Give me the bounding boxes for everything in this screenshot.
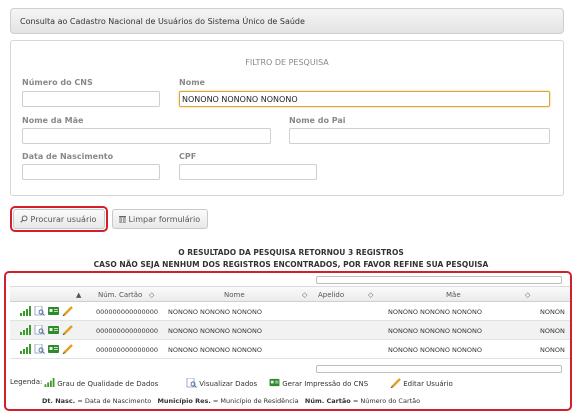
cell-extra: NONON (540, 327, 565, 335)
legend-cartao-key: Núm. Cartão (304, 397, 351, 405)
cell-nome: NONONO NONONO NONONO (168, 308, 262, 316)
edit-pencil-icon (390, 378, 401, 389)
signal-quality-icon[interactable] (20, 344, 31, 354)
print-card-icon[interactable] (48, 344, 59, 354)
print-card-icon[interactable] (48, 306, 59, 316)
signal-quality-icon[interactable] (20, 306, 31, 316)
table-row[interactable]: 000000000000000 NONONO NONONO NONONO NON… (10, 302, 570, 321)
search-button-label: Procurar usuário (30, 215, 97, 224)
legend-mun-value: = Município de Residência (212, 397, 299, 405)
result-refine-message: CASO NÃO SEJA NENHUM DOS REGISTROS ENCON… (93, 260, 489, 269)
legend-grau: Grau de Qualidade de Dados (44, 378, 158, 388)
column-header-cartao[interactable]: Núm. Cartão (98, 291, 142, 299)
result-count-message: O RESULTADO DA PESQUISA RETORNOU 3 REGIS… (178, 248, 404, 257)
results-table: ▲ Núm. Cartão ◇ Nome ◇ Apelido ◇ Mãe ◇ 0… (10, 286, 570, 359)
top-horizontal-scrollbar[interactable] (316, 276, 562, 284)
sort-asc-icon[interactable]: ▲ (76, 291, 81, 299)
nome-field[interactable] (179, 91, 550, 107)
column-header-nome[interactable]: Nome (224, 291, 245, 299)
legend-nasc-value: = Data de Nascimento (77, 397, 152, 405)
mae-label: Nome da Mãe (22, 116, 84, 125)
table-row[interactable]: 000000000000000 NONONO NONONO NONONO NON… (10, 321, 570, 340)
cell-mae: NONONO NONONO NONONO (388, 308, 482, 316)
legend-visualizar-text: Visualizar Dados (199, 380, 258, 388)
legend-editar-text: Editar Usuário (403, 380, 453, 388)
legend-visualizar: Visualizar Dados (186, 377, 258, 388)
cpf-label: CPF (179, 152, 197, 161)
legend-nasc-key: Dt. Nasc. (42, 397, 76, 405)
sort-apelido-icon[interactable]: ◇ (368, 291, 373, 299)
pai-field[interactable] (289, 128, 550, 144)
legend-mun-key: Município Res. (157, 397, 211, 405)
view-document-icon (186, 377, 197, 388)
clear-form-button[interactable]: Limpar formulário (112, 209, 208, 229)
print-card-icon (269, 378, 280, 387)
column-header-apelido[interactable]: Apelido (318, 291, 344, 299)
cell-extra: NONON (540, 308, 565, 316)
cell-cartao: 000000000000000 (96, 346, 159, 354)
search-button[interactable]: Procurar usuário (13, 209, 105, 229)
filter-title: FILTRO DE PESQUISA (245, 58, 329, 67)
sort-mae-icon[interactable]: ◇ (525, 291, 530, 299)
print-card-icon[interactable] (48, 325, 59, 335)
edit-pencil-icon[interactable] (62, 325, 73, 335)
legend-cartao-value: = Número do Cartão (352, 397, 421, 405)
signal-quality-icon (44, 378, 55, 387)
page-header: Consulta ao Cadastro Nacional de Usuário… (10, 8, 564, 34)
cell-extra: NONON (540, 346, 565, 354)
legend-label: Legenda: (10, 378, 43, 386)
sort-cartao-icon[interactable]: ◇ (149, 291, 154, 299)
edit-pencil-icon[interactable] (62, 344, 73, 354)
cell-nome: NONONO NONONO NONONO (168, 327, 262, 335)
pai-label: Nome do Pai (289, 116, 346, 125)
legend-editar: Editar Usuário (390, 378, 453, 389)
cns-label: Número do CNS (22, 78, 93, 87)
cell-nome: NONONO NONONO NONONO (168, 346, 262, 354)
nascimento-field[interactable] (22, 164, 160, 180)
cns-field[interactable] (22, 91, 160, 107)
bottom-horizontal-scrollbar[interactable] (316, 365, 562, 373)
nascimento-label: Data de Nascimento (22, 152, 114, 161)
clear-form-button-label: Limpar formulário (128, 215, 201, 224)
mae-field[interactable] (22, 128, 271, 144)
page-title: Consulta ao Cadastro Nacional de Usuário… (20, 17, 305, 26)
signal-quality-icon[interactable] (20, 325, 31, 335)
cell-cartao: 000000000000000 (96, 308, 159, 316)
nome-label: Nome (179, 78, 205, 87)
table-row[interactable]: 000000000000000 NONONO NONONO NONONO NON… (10, 340, 570, 359)
legend-impressao-text: Gerar Impressão do CNS (282, 380, 369, 388)
search-filter-panel: FILTRO DE PESQUISA Número do CNS Nome No… (10, 40, 564, 196)
view-document-icon[interactable] (34, 344, 45, 354)
view-document-icon[interactable] (34, 325, 45, 335)
view-document-icon[interactable] (34, 306, 45, 316)
column-header-mae[interactable]: Mãe (446, 291, 461, 299)
magnifier-icon (20, 215, 28, 223)
table-header: ▲ Núm. Cartão ◇ Nome ◇ Apelido ◇ Mãe ◇ (10, 286, 570, 302)
cell-mae: NONONO NONONO NONONO (388, 346, 482, 354)
trash-icon (119, 216, 126, 224)
legend-grau-text: Grau de Qualidade de Dados (57, 380, 159, 388)
cell-mae: NONONO NONONO NONONO (388, 327, 482, 335)
legend-impressao: Gerar Impressão do CNS (269, 378, 368, 388)
legend-abbreviations: Dt. Nasc. = Data de Nascimento Município… (42, 397, 420, 405)
edit-pencil-icon[interactable] (62, 306, 73, 316)
cpf-field[interactable] (179, 164, 317, 180)
cell-cartao: 000000000000000 (96, 327, 159, 335)
sort-nome-icon[interactable]: ◇ (302, 291, 307, 299)
